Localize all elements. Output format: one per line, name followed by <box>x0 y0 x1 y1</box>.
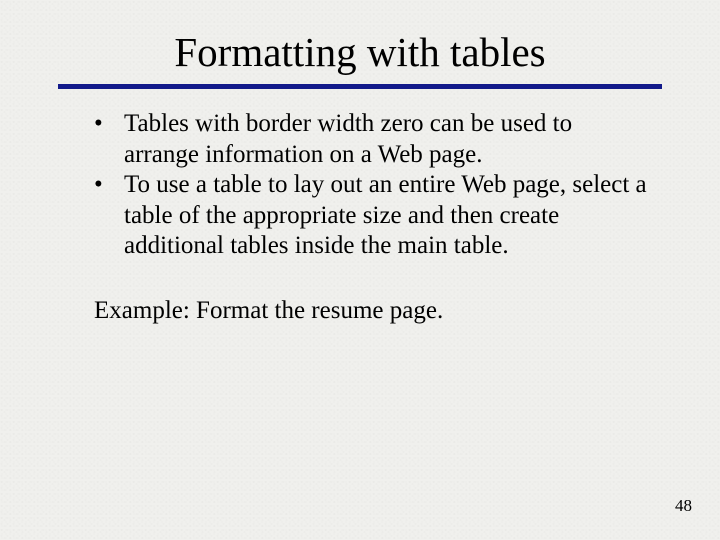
slide-body: Tables with border width zero can be use… <box>80 109 648 326</box>
slide-title: Formatting with tables <box>0 0 720 84</box>
bullet-list: Tables with border width zero can be use… <box>80 109 648 262</box>
example-text: Example: Format the resume page. <box>80 296 648 327</box>
slide: Formatting with tables Tables with borde… <box>0 0 720 540</box>
page-number: 48 <box>675 496 692 516</box>
bullet-item: To use a table to lay out an entire Web … <box>80 170 648 262</box>
bullet-item: Tables with border width zero can be use… <box>80 109 648 170</box>
title-underline <box>58 84 662 89</box>
